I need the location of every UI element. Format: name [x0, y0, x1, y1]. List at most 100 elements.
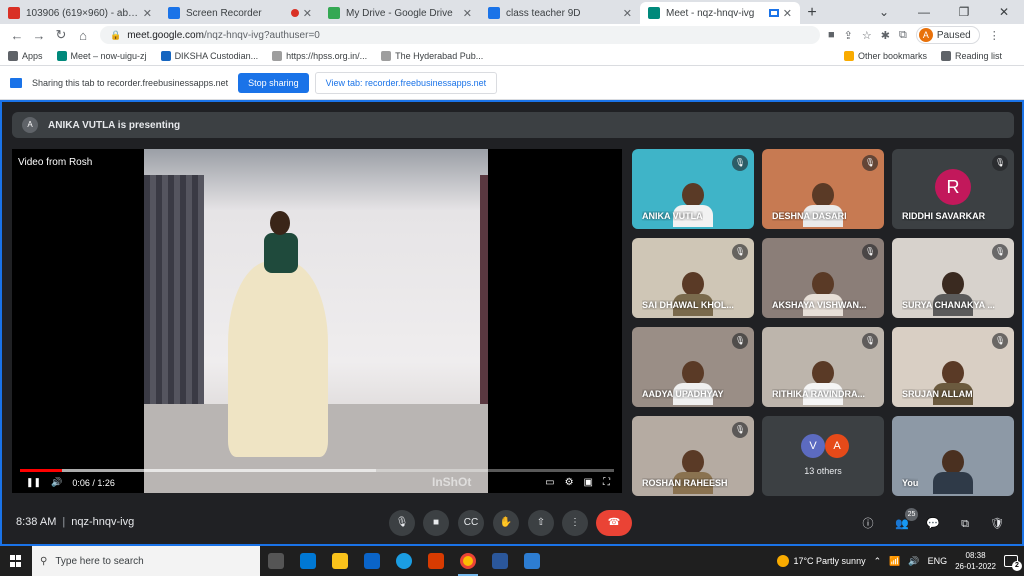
- tab-google-drive[interactable]: My Drive - Google Drive ✕: [320, 2, 480, 24]
- participant-figure: [673, 450, 713, 496]
- task-view-button[interactable]: [260, 546, 292, 576]
- chevron-up-icon[interactable]: ⌃: [874, 556, 882, 567]
- fullscreen-icon[interactable]: ⛶: [603, 477, 610, 488]
- present-button[interactable]: ⇧: [528, 510, 554, 536]
- profile-paused-button[interactable]: A Paused: [915, 26, 980, 44]
- tab-class-teacher[interactable]: class teacher 9D ✕: [480, 2, 640, 24]
- tab-image[interactable]: 103906 (619×960) - abdul.rahim@... ✕: [0, 2, 160, 24]
- close-icon[interactable]: ✕: [143, 7, 152, 20]
- raise-hand-button[interactable]: ✋: [493, 510, 519, 536]
- reload-icon[interactable]: ↻: [50, 27, 72, 43]
- reading-list[interactable]: Reading list: [940, 50, 1002, 61]
- extensions-icon[interactable]: ✱: [881, 29, 890, 42]
- pause-icon[interactable]: ❚❚: [26, 477, 41, 488]
- mic-off-icon: 🎙: [992, 155, 1008, 171]
- volume-icon[interactable]: 🔊: [908, 556, 919, 567]
- tab-sharing-bar: Sharing this tab to recorder.freebusines…: [0, 66, 1024, 100]
- view-tab-button[interactable]: View tab: recorder.freebusinessapps.net: [314, 71, 498, 94]
- edge-app[interactable]: [388, 546, 420, 576]
- url-input[interactable]: 🔒 meet.google.com/nqz-hnqv-ivg?authuser=…: [100, 26, 820, 44]
- camera-button[interactable]: ■: [423, 510, 449, 536]
- weather-text: 17°C Partly sunny: [793, 556, 866, 566]
- mail-app[interactable]: [356, 546, 388, 576]
- camera-icon[interactable]: ■: [828, 29, 835, 41]
- participant-tile[interactable]: 🎙 ANIKA VUTLA: [632, 149, 754, 229]
- start-button[interactable]: [0, 546, 32, 576]
- miniplayer-icon[interactable]: ▣: [584, 477, 593, 488]
- volume-icon[interactable]: 🔊: [51, 477, 62, 488]
- puzzle-icon[interactable]: ⧉: [899, 29, 907, 42]
- more-options-button[interactable]: ⋮: [562, 510, 588, 536]
- close-window-icon[interactable]: ✕: [984, 5, 1024, 19]
- captions-button[interactable]: CC: [458, 510, 484, 536]
- video-progress-bar[interactable]: [20, 469, 614, 472]
- gmail-icon: [8, 7, 20, 19]
- bookmark-apps[interactable]: Apps: [8, 50, 43, 61]
- presentation-video[interactable]: Video from Rosh InShOt ❚❚ 🔊 0:06 / 1:26 …: [12, 149, 622, 493]
- participant-tile[interactable]: 🎙 AKSHAYA VISHWAN...: [762, 238, 884, 318]
- chevron-down-icon[interactable]: ⌄: [864, 5, 904, 19]
- participant-tile[interactable]: 🎙 RITHIKA RAVINDRA...: [762, 327, 884, 407]
- new-tab-button[interactable]: +: [800, 2, 824, 24]
- meet-window: A ANIKA VUTLA is presenting Video from R…: [0, 100, 1024, 546]
- folder-icon: [843, 50, 854, 61]
- close-icon[interactable]: ✕: [623, 7, 632, 20]
- office-icon: [428, 553, 444, 569]
- people-icon[interactable]: 👥 25: [892, 508, 918, 534]
- mic-button[interactable]: 🎙: [389, 510, 415, 536]
- weather-widget[interactable]: 17°C Partly sunny: [777, 555, 866, 567]
- language-indicator[interactable]: ENG: [928, 556, 948, 566]
- close-icon[interactable]: ✕: [783, 7, 792, 20]
- word-app[interactable]: [484, 546, 516, 576]
- others-tile[interactable]: V A 13 others: [762, 416, 884, 496]
- store-app[interactable]: [292, 546, 324, 576]
- close-icon[interactable]: ✕: [463, 7, 472, 20]
- participant-tile[interactable]: 🎙 AADYA UPADHYAY: [632, 327, 754, 407]
- host-controls-icon[interactable]: 🛡: [987, 514, 1007, 534]
- forward-icon[interactable]: →: [28, 28, 50, 43]
- bookmark-diksha[interactable]: DIKSHA Custodian...: [160, 50, 258, 61]
- participant-name: You: [902, 478, 919, 488]
- notification-icon[interactable]: 2: [1004, 555, 1022, 571]
- clock[interactable]: 08:38 26-01-2022: [955, 550, 996, 572]
- tab-screen-recorder[interactable]: Screen Recorder ✕: [160, 2, 320, 24]
- mic-off-icon: 🎙: [862, 244, 878, 260]
- participant-name: SRUJAN ALLAM: [902, 389, 973, 399]
- back-icon[interactable]: ←: [6, 28, 28, 43]
- settings-icon[interactable]: ⚙: [565, 477, 574, 488]
- taskbar-search[interactable]: ⚲ Type here to search: [32, 546, 260, 576]
- participant-tile[interactable]: 🎙 SAI DHAWAL KHOL...: [632, 238, 754, 318]
- office-app[interactable]: [420, 546, 452, 576]
- participant-tile[interactable]: R 🎙 RIDDHI SAVARKAR: [892, 149, 1014, 229]
- home-icon[interactable]: ⌂: [72, 28, 94, 43]
- participant-name: RIDDHI SAVARKAR: [902, 211, 986, 221]
- chrome-app[interactable]: [452, 546, 484, 576]
- participant-tile[interactable]: 🎙 SRUJAN ALLAM: [892, 327, 1014, 407]
- video-right-controls: ▭ ⚙ ▣ ⛶: [545, 477, 610, 488]
- tab-meet[interactable]: Meet - nqz-hnqv-ivg ✕: [640, 2, 800, 24]
- chat-icon[interactable]: 💬: [923, 514, 943, 534]
- captions-icon[interactable]: ▭: [545, 477, 554, 488]
- maximize-icon[interactable]: ❐: [944, 5, 984, 19]
- photos-app[interactable]: [516, 546, 548, 576]
- activities-icon[interactable]: ⧉: [955, 514, 975, 534]
- info-icon[interactable]: ⓘ: [858, 514, 878, 534]
- other-bookmarks[interactable]: Other bookmarks: [843, 50, 927, 61]
- self-tile[interactable]: You: [892, 416, 1014, 496]
- stop-sharing-button[interactable]: Stop sharing: [238, 72, 309, 93]
- participant-tile[interactable]: 🎙 DESHNA DASARI: [762, 149, 884, 229]
- minimize-icon[interactable]: —: [904, 5, 944, 19]
- share-icon[interactable]: ⇪: [844, 29, 853, 42]
- network-icon[interactable]: 📶: [889, 556, 900, 567]
- bookmark-hpss[interactable]: https://hpss.org.in/...: [272, 50, 367, 61]
- bookmark-meet[interactable]: Meet – now-uigu-zj: [56, 50, 147, 61]
- explorer-app[interactable]: [324, 546, 356, 576]
- close-icon[interactable]: ✕: [303, 7, 312, 20]
- leave-call-button[interactable]: ☎: [596, 510, 632, 536]
- menu-icon[interactable]: ⋮: [989, 29, 1000, 42]
- participant-tile[interactable]: 🎙 SURYA CHANAKYA ...: [892, 238, 1014, 318]
- participant-tile[interactable]: 🎙 ROSHAN RAHEESH: [632, 416, 754, 496]
- bookmark-hyderabad[interactable]: The Hyderabad Pub...: [381, 50, 483, 61]
- tab-title: class teacher 9D: [506, 7, 581, 19]
- star-icon[interactable]: ☆: [862, 29, 872, 42]
